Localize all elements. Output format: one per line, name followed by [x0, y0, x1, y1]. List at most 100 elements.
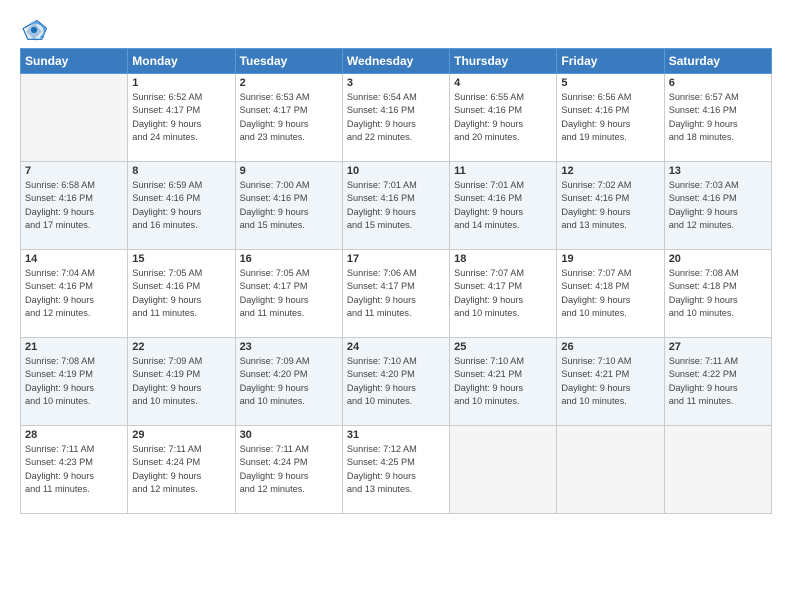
calendar-cell: 20 Sunrise: 7:08 AM Sunset: 4:18 PM Dayli… — [664, 250, 771, 338]
header-day-thursday: Thursday — [450, 49, 557, 74]
day-info: Sunrise: 7:03 AM Sunset: 4:16 PM Dayligh… — [669, 179, 767, 232]
day-info: Sunrise: 7:08 AM Sunset: 4:19 PM Dayligh… — [25, 355, 123, 408]
day-info: Sunrise: 7:11 AM Sunset: 4:23 PM Dayligh… — [25, 443, 123, 496]
day-number: 29 — [132, 429, 230, 441]
week-row-1: 1Sunrise: 6:52 AM Sunset: 4:17 PM Daylig… — [21, 74, 772, 162]
calendar-cell: 2 Sunrise: 6:53 AM Sunset: 4:17 PM Daylig… — [235, 74, 342, 162]
calendar-cell: 11 Sunrise: 7:01 AM Sunset: 4:16 PM Dayli… — [450, 162, 557, 250]
calendar-cell: 21 Sunrise: 7:08 AM Sunset: 4:19 PM Dayli… — [21, 338, 128, 426]
day-info: Sunrise: 7:02 AM Sunset: 4:16 PM Dayligh… — [561, 179, 659, 232]
day-info: Sunrise: 7:11 AM Sunset: 4:24 PM Dayligh… — [132, 443, 230, 496]
day-number: 21 — [25, 341, 123, 353]
day-number: 30 — [240, 429, 338, 441]
calendar-cell: 19 Sunrise: 7:07 AM Sunset: 4:18 PM Dayli… — [557, 250, 664, 338]
day-info: Sunrise: 6:56 AM Sunset: 4:16 PM Dayligh… — [561, 91, 659, 144]
day-number: 26 — [561, 341, 659, 353]
calendar-cell: 17Sunrise: 7:06 AM Sunset: 4:17 PM Dayli… — [342, 250, 449, 338]
calendar-body: 1Sunrise: 6:52 AM Sunset: 4:17 PM Daylig… — [21, 74, 772, 514]
week-row-4: 21 Sunrise: 7:08 AM Sunset: 4:19 PM Dayli… — [21, 338, 772, 426]
day-number: 25 — [454, 341, 552, 353]
calendar-cell — [21, 74, 128, 162]
day-info: Sunrise: 7:10 AM Sunset: 4:20 PM Dayligh… — [347, 355, 445, 408]
day-number: 5 — [561, 77, 659, 89]
day-number: 2 — [240, 77, 338, 89]
header-row: SundayMondayTuesdayWednesdayThursdayFrid… — [21, 49, 772, 74]
day-number: 14 — [25, 253, 123, 265]
day-number: 15 — [132, 253, 230, 265]
day-number: 27 — [669, 341, 767, 353]
day-info: Sunrise: 6:52 AM Sunset: 4:17 PM Dayligh… — [132, 91, 230, 144]
week-row-5: 28 Sunrise: 7:11 AM Sunset: 4:23 PM Dayli… — [21, 426, 772, 514]
header-day-saturday: Saturday — [664, 49, 771, 74]
calendar-cell: 28 Sunrise: 7:11 AM Sunset: 4:23 PM Dayli… — [21, 426, 128, 514]
day-info: Sunrise: 7:07 AM Sunset: 4:18 PM Dayligh… — [561, 267, 659, 320]
header — [20, 16, 772, 44]
day-info: Sunrise: 6:53 AM Sunset: 4:17 PM Dayligh… — [240, 91, 338, 144]
calendar-cell: 12 Sunrise: 7:02 AM Sunset: 4:16 PM Dayli… — [557, 162, 664, 250]
day-info: Sunrise: 7:11 AM Sunset: 4:24 PM Dayligh… — [240, 443, 338, 496]
calendar-cell: 30 Sunrise: 7:11 AM Sunset: 4:24 PM Dayli… — [235, 426, 342, 514]
calendar-cell: 16Sunrise: 7:05 AM Sunset: 4:17 PM Dayli… — [235, 250, 342, 338]
day-info: Sunrise: 7:11 AM Sunset: 4:22 PM Dayligh… — [669, 355, 767, 408]
day-info: Sunrise: 6:54 AM Sunset: 4:16 PM Dayligh… — [347, 91, 445, 144]
day-number: 23 — [240, 341, 338, 353]
day-info: Sunrise: 7:09 AM Sunset: 4:19 PM Dayligh… — [132, 355, 230, 408]
calendar-cell: 6Sunrise: 6:57 AM Sunset: 4:16 PM Daylig… — [664, 74, 771, 162]
day-number: 19 — [561, 253, 659, 265]
day-info: Sunrise: 7:09 AM Sunset: 4:20 PM Dayligh… — [240, 355, 338, 408]
day-number: 28 — [25, 429, 123, 441]
day-info: Sunrise: 7:06 AM Sunset: 4:17 PM Dayligh… — [347, 267, 445, 320]
week-row-2: 7Sunrise: 6:58 AM Sunset: 4:16 PM Daylig… — [21, 162, 772, 250]
day-info: Sunrise: 7:00 AM Sunset: 4:16 PM Dayligh… — [240, 179, 338, 232]
header-day-wednesday: Wednesday — [342, 49, 449, 74]
calendar-cell: 24Sunrise: 7:10 AM Sunset: 4:20 PM Dayli… — [342, 338, 449, 426]
week-row-3: 14 Sunrise: 7:04 AM Sunset: 4:16 PM Dayli… — [21, 250, 772, 338]
day-number: 13 — [669, 165, 767, 177]
day-info: Sunrise: 7:08 AM Sunset: 4:18 PM Dayligh… — [669, 267, 767, 320]
day-number: 10 — [347, 165, 445, 177]
page: SundayMondayTuesdayWednesdayThursdayFrid… — [0, 0, 792, 612]
calendar-cell: 7Sunrise: 6:58 AM Sunset: 4:16 PM Daylig… — [21, 162, 128, 250]
day-number: 20 — [669, 253, 767, 265]
day-info: Sunrise: 6:59 AM Sunset: 4:16 PM Dayligh… — [132, 179, 230, 232]
day-info: Sunrise: 7:05 AM Sunset: 4:16 PM Dayligh… — [132, 267, 230, 320]
calendar-cell: 23 Sunrise: 7:09 AM Sunset: 4:20 PM Dayli… — [235, 338, 342, 426]
calendar-header: SundayMondayTuesdayWednesdayThursdayFrid… — [21, 49, 772, 74]
calendar-cell — [450, 426, 557, 514]
day-number: 18 — [454, 253, 552, 265]
day-number: 8 — [132, 165, 230, 177]
calendar-cell: 15 Sunrise: 7:05 AM Sunset: 4:16 PM Dayli… — [128, 250, 235, 338]
day-number: 9 — [240, 165, 338, 177]
day-number: 31 — [347, 429, 445, 441]
calendar-cell: 14 Sunrise: 7:04 AM Sunset: 4:16 PM Dayli… — [21, 250, 128, 338]
day-number: 3 — [347, 77, 445, 89]
calendar-cell — [664, 426, 771, 514]
logo — [20, 16, 50, 44]
day-number: 4 — [454, 77, 552, 89]
day-info: Sunrise: 6:55 AM Sunset: 4:16 PM Dayligh… — [454, 91, 552, 144]
calendar-cell: 29 Sunrise: 7:11 AM Sunset: 4:24 PM Dayli… — [128, 426, 235, 514]
day-info: Sunrise: 7:07 AM Sunset: 4:17 PM Dayligh… — [454, 267, 552, 320]
calendar-cell: 13 Sunrise: 7:03 AM Sunset: 4:16 PM Dayli… — [664, 162, 771, 250]
calendar-cell: 10Sunrise: 7:01 AM Sunset: 4:16 PM Dayli… — [342, 162, 449, 250]
calendar-cell: 4 Sunrise: 6:55 AM Sunset: 4:16 PM Daylig… — [450, 74, 557, 162]
logo-icon — [20, 16, 48, 44]
calendar-cell: 27 Sunrise: 7:11 AM Sunset: 4:22 PM Dayli… — [664, 338, 771, 426]
calendar-cell: 31Sunrise: 7:12 AM Sunset: 4:25 PM Dayli… — [342, 426, 449, 514]
day-info: Sunrise: 7:10 AM Sunset: 4:21 PM Dayligh… — [561, 355, 659, 408]
day-number: 16 — [240, 253, 338, 265]
day-number: 12 — [561, 165, 659, 177]
day-info: Sunrise: 7:10 AM Sunset: 4:21 PM Dayligh… — [454, 355, 552, 408]
header-day-monday: Monday — [128, 49, 235, 74]
day-number: 6 — [669, 77, 767, 89]
day-info: Sunrise: 7:01 AM Sunset: 4:16 PM Dayligh… — [454, 179, 552, 232]
day-info: Sunrise: 7:04 AM Sunset: 4:16 PM Dayligh… — [25, 267, 123, 320]
day-number: 11 — [454, 165, 552, 177]
header-day-tuesday: Tuesday — [235, 49, 342, 74]
calendar-cell: 8 Sunrise: 6:59 AM Sunset: 4:16 PM Daylig… — [128, 162, 235, 250]
calendar-cell: 5 Sunrise: 6:56 AM Sunset: 4:16 PM Daylig… — [557, 74, 664, 162]
calendar-cell: 18 Sunrise: 7:07 AM Sunset: 4:17 PM Dayli… — [450, 250, 557, 338]
calendar-cell: 25 Sunrise: 7:10 AM Sunset: 4:21 PM Dayli… — [450, 338, 557, 426]
calendar-cell: 3 Sunrise: 6:54 AM Sunset: 4:16 PM Daylig… — [342, 74, 449, 162]
day-info: Sunrise: 6:58 AM Sunset: 4:16 PM Dayligh… — [25, 179, 123, 232]
